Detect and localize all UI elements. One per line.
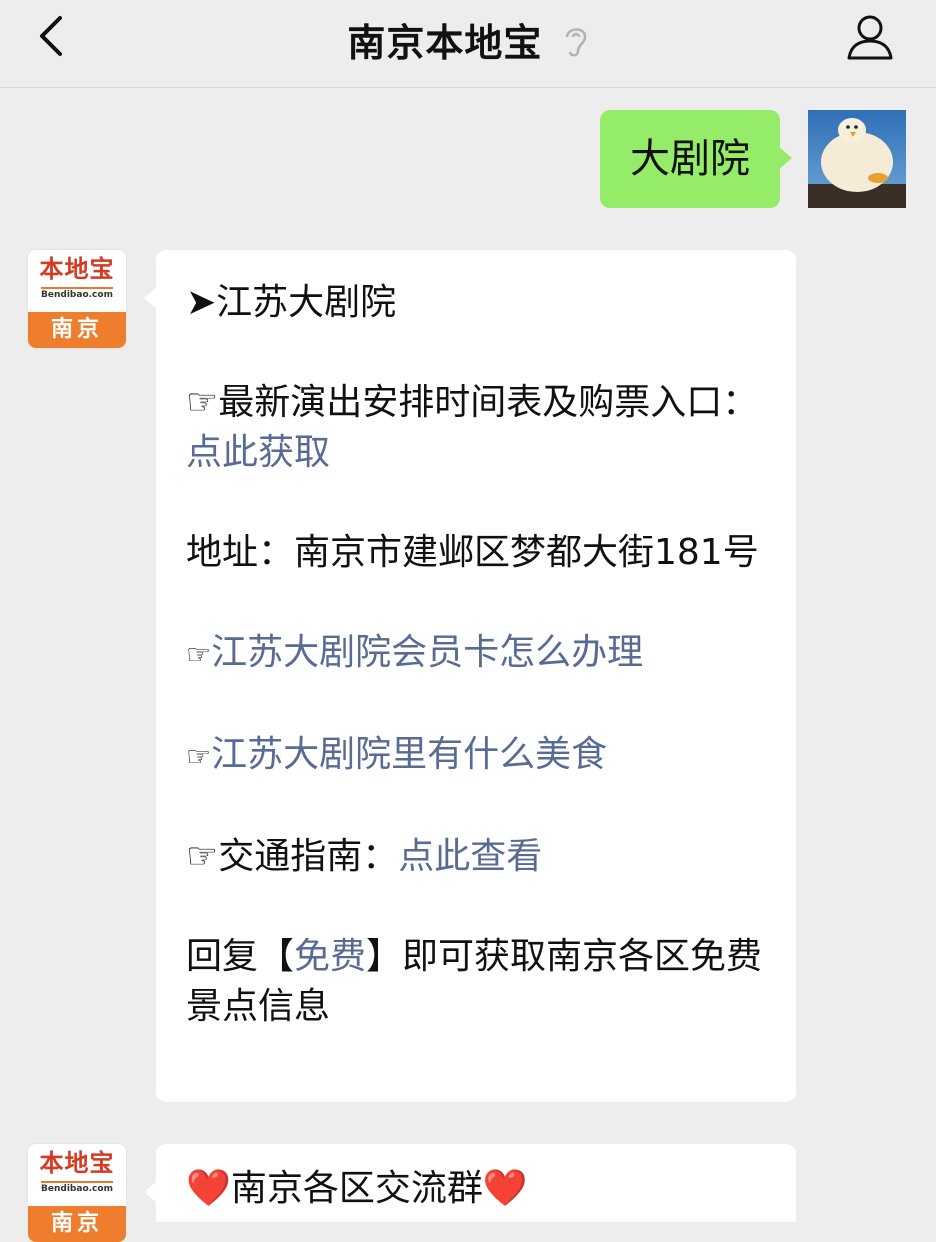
ear-icon — [563, 23, 589, 68]
outgoing-bubble[interactable]: 大剧院 — [600, 110, 792, 208]
bendibao-logo: 本地宝 Bendibao.com — [28, 250, 126, 312]
free-keyword-link[interactable]: 免费 — [294, 936, 366, 977]
schedule-link[interactable]: 点此获取 — [186, 432, 330, 473]
membership-line: ☞江苏大剧院会员卡怎么办理 — [186, 628, 766, 680]
free-prefix: 回复【 — [186, 936, 295, 977]
bendibao-logo: 本地宝 Bendibao.com — [28, 1144, 126, 1206]
person-icon — [847, 15, 893, 60]
logo-text: 本地宝 — [39, 254, 115, 283]
chat-title: 南京本地宝 — [0, 12, 936, 68]
outgoing-text: 大剧院 — [630, 136, 750, 182]
bot-avatar[interactable]: 本地宝 Bendibao.com 南京 — [28, 250, 126, 348]
bot-avatar[interactable]: 本地宝 Bendibao.com 南京 — [28, 1144, 126, 1242]
group-chat-text: ❤️南京各区交流群❤️ — [186, 1168, 528, 1209]
schedule-prefix: ☞最新演出安排时间表及购票入口： — [186, 382, 759, 423]
logo-city: 南京 — [28, 1206, 126, 1242]
transport-link[interactable]: 点此查看 — [398, 836, 542, 877]
membership-link[interactable]: 江苏大剧院会员卡怎么办理 — [211, 632, 643, 673]
transport-prefix: ☞交通指南： — [186, 836, 399, 877]
reply-bubble: ➤江苏大剧院 ☞最新演出安排时间表及购票入口： 点此获取 地址：南京市建邺区梦都大… — [144, 250, 796, 1102]
user-avatar[interactable] — [808, 110, 906, 208]
schedule-line: ☞最新演出安排时间表及购票入口： 点此获取 — [186, 378, 766, 478]
hand-pointer-icon: ☞ — [186, 740, 212, 773]
free-info-line: 回复【免费】即可获取南京各区免费景点信息 — [186, 932, 766, 1032]
food-line: ☞江苏大剧院里有什么美食 — [186, 730, 766, 782]
group-chat-bubble: ❤️南京各区交流群❤️ — [144, 1144, 796, 1222]
logo-text: 本地宝 — [39, 1148, 115, 1177]
outgoing-message: 大剧院 — [386, 110, 906, 210]
hand-pointer-icon: ☞ — [186, 638, 212, 671]
address-line: 地址：南京市建邺区梦都大街181号 — [186, 532, 759, 573]
food-link[interactable]: 江苏大剧院里有什么美食 — [211, 734, 607, 775]
transport-line: ☞交通指南：点此查看 — [186, 832, 766, 882]
top-nav-bar: 南京本地宝 — [0, 0, 936, 88]
logo-city: 南京 — [28, 312, 126, 348]
venue-heading: ➤江苏大剧院 — [186, 282, 397, 323]
logo-domain: Bendibao.com — [41, 1181, 113, 1194]
logo-domain: Bendibao.com — [41, 287, 113, 300]
chat-title-text: 南京本地宝 — [347, 21, 543, 65]
chat-info-button[interactable] — [844, 12, 896, 64]
